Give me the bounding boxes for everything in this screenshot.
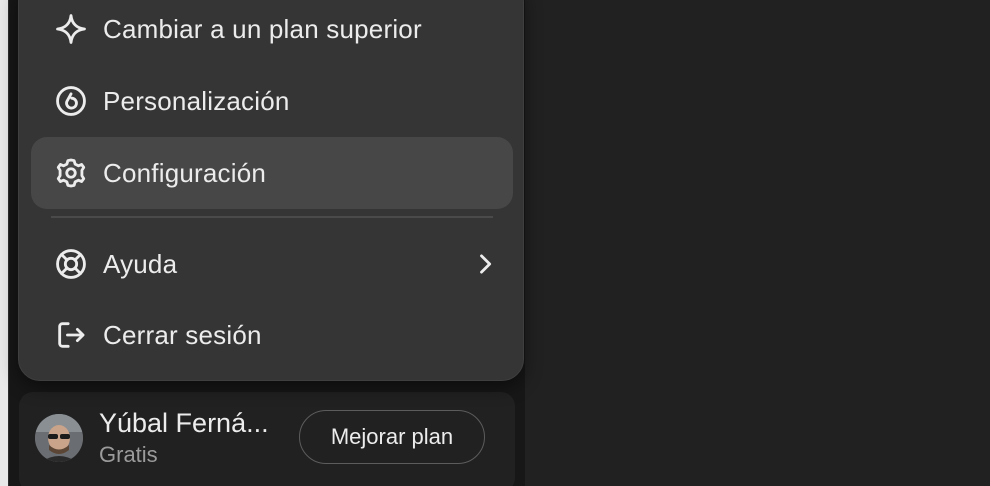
personalization-icon xyxy=(53,83,89,119)
user-name: Yúbal Ferná... xyxy=(99,408,269,438)
menu-item-label: Ayuda xyxy=(103,248,178,279)
account-panel[interactable]: Yúbal Ferná... Gratis Mejorar plan xyxy=(19,392,515,486)
app-window: Yúbal Ferná... Gratis Mejorar plan Cambi… xyxy=(0,0,990,486)
menu-item-personalization[interactable]: Personalización xyxy=(31,65,513,137)
chevron-right-icon xyxy=(471,250,499,278)
user-plan: Gratis xyxy=(99,442,158,467)
menu-item-label: Cambiar a un plan superior xyxy=(103,13,422,44)
sparkle-icon xyxy=(53,11,89,47)
menu-item-settings[interactable]: Configuración xyxy=(31,137,513,209)
menu-item-help[interactable]: Ayuda xyxy=(31,228,513,300)
menu-item-upgrade-plan[interactable]: Cambiar a un plan superior xyxy=(31,0,513,65)
menu-divider xyxy=(51,216,493,218)
menu-item-label: Configuración xyxy=(103,157,267,188)
upgrade-plan-button[interactable]: Mejorar plan xyxy=(299,410,485,464)
lifebuoy-icon xyxy=(53,246,89,282)
logout-icon xyxy=(53,317,89,353)
account-menu: Cambiar a un plan superior Personalizaci… xyxy=(18,0,524,381)
menu-item-label: Personalización xyxy=(103,85,290,116)
avatar[interactable] xyxy=(35,414,83,462)
menu-item-logout[interactable]: Cerrar sesión xyxy=(31,299,513,371)
menu-item-label: Cerrar sesión xyxy=(103,319,262,350)
gear-icon xyxy=(53,155,89,191)
